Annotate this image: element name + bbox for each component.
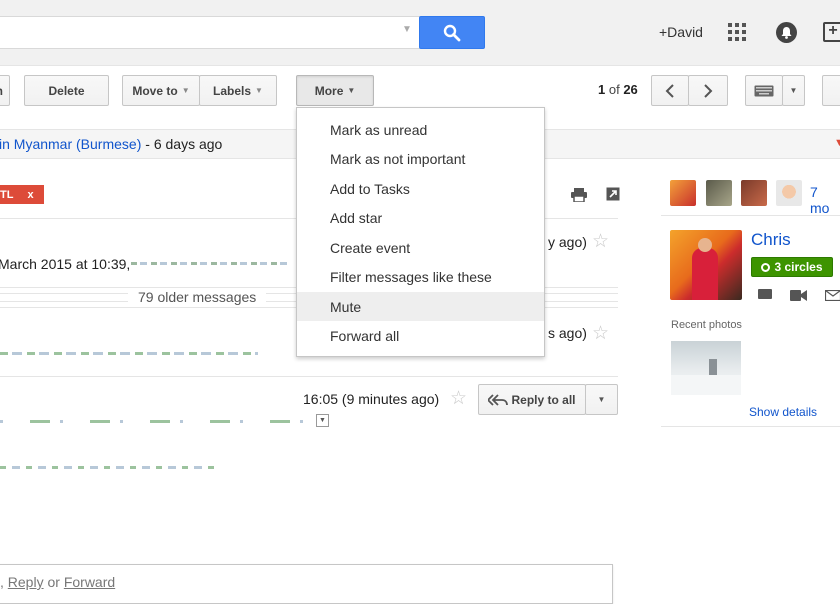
- reply-prompt: , Reply or Forward: [0, 574, 115, 590]
- share-plus-icon[interactable]: +: [823, 22, 840, 42]
- more-people-link[interactable]: 7 mo: [810, 184, 840, 216]
- profile-link[interactable]: +David: [659, 24, 703, 40]
- translation-info: in Myanmar (Burmese) - 6 days ago: [0, 136, 222, 152]
- menu-item-add-to-tasks[interactable]: Add to Tasks: [297, 174, 544, 203]
- search-icon: [443, 24, 461, 42]
- reply-prefix: ,: [0, 574, 8, 590]
- avatar[interactable]: [741, 180, 767, 206]
- chevron-left-icon: [665, 84, 675, 98]
- menu-item-create-event[interactable]: Create event: [297, 233, 544, 262]
- newer-button[interactable]: [651, 75, 689, 106]
- star-icon[interactable]: ☆: [450, 387, 467, 410]
- star-icon[interactable]: ☆: [592, 322, 609, 345]
- label-chip-text: TL: [0, 189, 13, 201]
- input-tools-chevron-down-icon: ▼: [790, 86, 798, 95]
- move-to-label: Move to: [132, 84, 177, 98]
- message-time: s ago): [548, 325, 587, 341]
- contact-name[interactable]: Chris: [751, 230, 791, 250]
- input-tools-button[interactable]: [745, 75, 783, 106]
- divider: [661, 215, 840, 216]
- move-to-chevron-down-icon: ▼: [182, 86, 190, 95]
- search-options-chevron-icon[interactable]: ▼: [402, 24, 412, 35]
- pager-total: 26: [623, 82, 637, 97]
- labels-label: Labels: [213, 84, 251, 98]
- menu-item-mute[interactable]: Mute: [297, 292, 544, 321]
- avatar[interactable]: [670, 180, 696, 206]
- message-time: y ago): [548, 234, 587, 250]
- new-window-icon[interactable]: [606, 187, 620, 204]
- message-date: March 2015 at 10:39,: [0, 256, 130, 272]
- chevron-right-icon: [703, 84, 713, 98]
- search-button[interactable]: [419, 16, 485, 49]
- reply-options-chevron-down-icon: ▼: [598, 395, 606, 404]
- obscured-text: [131, 262, 291, 265]
- forward-link[interactable]: Forward: [64, 574, 115, 590]
- move-to-button[interactable]: Move to ▼: [122, 75, 200, 106]
- reply-or: or: [44, 574, 64, 590]
- divider: [661, 426, 840, 427]
- reply-all-icon: [488, 394, 508, 406]
- translation-age: - 6 days ago: [141, 136, 222, 152]
- labels-chevron-down-icon: ▼: [255, 86, 263, 95]
- search-input[interactable]: [0, 16, 420, 49]
- notifications-bell-icon[interactable]: [776, 22, 797, 43]
- reply-to-all-button[interactable]: Reply to all: [478, 384, 586, 415]
- obscured-text: [0, 420, 304, 423]
- more-label: More: [315, 84, 344, 98]
- more-chevron-down-icon: ▼: [347, 86, 355, 95]
- obscured-text: [0, 352, 258, 355]
- avatar[interactable]: [706, 180, 732, 206]
- reply-options-dropdown[interactable]: ▼: [585, 384, 618, 415]
- more-menu: Mark as unread Mark as not important Add…: [296, 107, 545, 357]
- reply-link[interactable]: Reply: [8, 574, 44, 590]
- menu-item-filter-messages[interactable]: Filter messages like these: [297, 262, 544, 291]
- delete-button[interactable]: Delete: [24, 75, 109, 106]
- apps-grid-icon[interactable]: [728, 23, 746, 41]
- older-messages-link[interactable]: 79 older messages: [128, 289, 266, 305]
- label-chip: TL x: [0, 185, 44, 204]
- settings-button[interactable]: [822, 75, 840, 106]
- menu-item-forward-all[interactable]: Forward all: [297, 321, 544, 350]
- circle-icon: [761, 263, 770, 272]
- contact-photo[interactable]: [670, 230, 742, 300]
- video-call-icon[interactable]: [790, 289, 807, 304]
- remove-label-icon[interactable]: x: [27, 189, 33, 201]
- input-tools-dropdown[interactable]: ▼: [782, 75, 805, 106]
- reply-to-all-label: Reply to all: [511, 393, 575, 407]
- recent-photo-thumbnail[interactable]: [671, 341, 741, 395]
- pager-of: of: [609, 82, 620, 97]
- older-button[interactable]: [688, 75, 728, 106]
- show-trimmed-chevron-icon[interactable]: ▼: [316, 414, 329, 427]
- star-icon[interactable]: ☆: [592, 230, 609, 253]
- labels-button[interactable]: Labels ▼: [199, 75, 277, 106]
- circles-badge[interactable]: 3 circles: [751, 257, 833, 277]
- email-icon[interactable]: [825, 289, 840, 304]
- toolbar-spacer: [9, 75, 13, 106]
- obscured-text: [0, 466, 216, 469]
- show-details-link[interactable]: Show details: [749, 405, 817, 419]
- print-icon[interactable]: [571, 188, 587, 205]
- menu-item-add-star[interactable]: Add star: [297, 203, 544, 232]
- menu-item-mark-as-unread[interactable]: Mark as unread: [297, 115, 544, 144]
- keyboard-icon: [754, 85, 774, 97]
- divider: [0, 376, 618, 377]
- chat-icon[interactable]: [758, 289, 772, 299]
- circles-label: 3 circles: [774, 260, 822, 274]
- more-button[interactable]: More▼: [296, 75, 374, 106]
- language-link[interactable]: in Myanmar (Burmese): [0, 136, 141, 152]
- partial-button-label: n: [0, 84, 3, 98]
- menu-item-mark-as-not-important[interactable]: Mark as not important: [297, 144, 544, 173]
- delete-label: Delete: [48, 84, 84, 98]
- translation-menu-chevron-icon[interactable]: ▼: [834, 137, 840, 149]
- pager-count: 1 of 26: [598, 82, 638, 97]
- pager-current: 1: [598, 82, 605, 97]
- avatar[interactable]: [776, 180, 802, 206]
- recent-photos-heading: Recent photos: [671, 319, 742, 331]
- message-time: 16:05 (9 minutes ago): [303, 391, 439, 407]
